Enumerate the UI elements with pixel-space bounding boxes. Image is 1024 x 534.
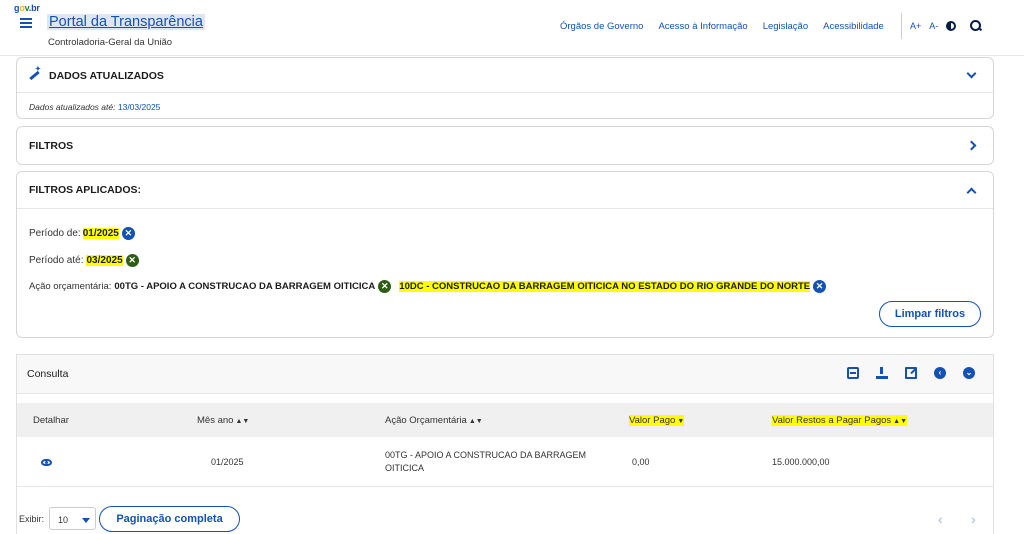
table-header: Detalhar Mês ano ▲▼ Ação Orçamentária ▲▼ V… <box>17 403 993 437</box>
periodo-de-label: Período de: <box>29 228 81 239</box>
magic-wand-icon <box>29 65 41 79</box>
remove-acao-2-icon[interactable]: ✕ <box>813 280 827 293</box>
cell-valor-restos: 15.000.000,00 <box>772 457 830 467</box>
cell-mes-ano: 01/2025 <box>211 457 244 467</box>
accessibility-tools: A+ A- <box>901 13 982 39</box>
eye-icon[interactable] <box>41 459 52 466</box>
contrast-icon[interactable] <box>946 21 957 31</box>
chevron-down-icon[interactable] <box>966 68 977 78</box>
sort-icon: ▲▼ <box>468 418 483 425</box>
site-subtitle: Controladoria-Geral da União <box>48 37 173 48</box>
filter-periodo-de: Período de: 01/2025 ✕ <box>29 227 135 240</box>
nav-orgaos[interactable]: Órgãos de Governo <box>560 21 643 32</box>
dados-atualizados-header[interactable]: DADOS ATUALIZADOS <box>17 58 993 93</box>
page-size-select[interactable]: 10 <box>49 507 96 530</box>
cell-valor-pago: 0,00 <box>632 457 650 467</box>
col-valor-restos-label: Valor Restos a Pagar Pagos <box>772 415 892 426</box>
download-icon[interactable] <box>876 367 888 379</box>
page-size-value: 10 <box>58 515 69 525</box>
site-title-link[interactable]: Portal da Transparência <box>47 14 205 30</box>
nav-acessibilidade[interactable]: Acessibilidade <box>823 21 884 32</box>
periodo-ate-label: Período até: <box>29 255 84 266</box>
edit-columns-icon[interactable] <box>905 367 917 379</box>
caret-down-icon <box>82 518 90 523</box>
govbr-logo[interactable]: gov.br <box>14 3 40 13</box>
cell-acao-line1: 00TG - APOIO A CONSTRUCAO DA BARRAGEM <box>385 450 587 460</box>
col-acao-orcamentaria[interactable]: Ação Orçamentária ▲▼ <box>385 415 483 426</box>
chevron-up-icon[interactable] <box>966 187 977 197</box>
acao-2-value: 10DC - CONSTRUCAO DA BARRAGEM OITICICA N… <box>399 281 811 292</box>
remove-periodo-ate-icon[interactable]: ✕ <box>125 254 139 267</box>
acao-1-value: 00TG - APOIO A CONSTRUCAO DA BARRAGEM OI… <box>114 281 376 292</box>
filtros-aplicados-header[interactable]: FILTROS APLICADOS: <box>17 172 993 209</box>
col-valor-restos[interactable]: Valor Restos a Pagar Pagos ▲▼ <box>772 415 908 426</box>
nav-acesso-informacao[interactable]: Acesso à Informação <box>658 21 747 32</box>
chevron-left-circle-icon[interactable]: ‹ <box>934 367 946 379</box>
filtros-aplicados-title: FILTROS APLICADOS: <box>29 184 141 196</box>
chevron-right-icon[interactable] <box>966 140 977 151</box>
filter-periodo-ate: Período até: 03/2025 ✕ <box>29 254 139 267</box>
table-row: 01/2025 00TG - APOIO A CONSTRUCAO DA BAR… <box>17 437 993 487</box>
menu-icon[interactable] <box>20 18 32 28</box>
consulta-title: Consulta <box>27 368 69 380</box>
filtros-panel: FILTROS <box>16 126 994 165</box>
chevron-down-circle-icon[interactable]: ⌄ <box>963 367 975 379</box>
exibir-label: Exibir: <box>19 514 45 524</box>
dados-atualizados-title: DADOS ATUALIZADOS <box>49 69 164 82</box>
col-acao-label: Ação Orçamentária <box>385 415 467 426</box>
consulta-header: Consulta ‹ ⌄ <box>17 355 993 394</box>
periodo-ate-value: 03/2025 <box>86 255 123 266</box>
remove-periodo-de-icon[interactable]: ✕ <box>121 227 135 240</box>
periodo-de-value: 01/2025 <box>82 228 119 239</box>
top-nav: Órgãos de Governo Acesso à Informação Le… <box>560 21 884 32</box>
font-decrease-button[interactable]: A- <box>929 21 938 31</box>
col-detalhar: Detalhar <box>33 415 69 426</box>
cell-acao-line2: OITICICA <box>385 463 425 473</box>
paginacao-completa-button[interactable]: Paginação completa <box>99 506 240 532</box>
pagination-bar: Exibir: 10 Paginação completa ‹ › <box>0 504 1024 534</box>
consulta-toolbar: ‹ ⌄ <box>847 367 975 379</box>
sort-icon: ▲▼ <box>893 418 908 425</box>
updated-label: Dados atualizados até: <box>29 102 116 112</box>
filtros-title: FILTROS <box>29 139 74 152</box>
col-mes-ano-label: Mês ano <box>197 415 234 426</box>
filter-acao-orcamentaria: Ação orçamentária: 00TG - APOIO A CONSTR… <box>29 280 827 293</box>
filtros-aplicados-panel: FILTROS APLICADOS: Período de: 01/2025 ✕… <box>16 171 994 338</box>
dados-atualizados-panel: DADOS ATUALIZADOS Dados atualizados até:… <box>16 57 994 119</box>
site-header: gov.br Portal da Transparência Controlad… <box>0 0 1024 56</box>
updated-date: 13/03/2025 <box>117 102 161 112</box>
limpar-filtros-button[interactable]: Limpar filtros <box>879 301 981 327</box>
remove-acao-1-icon[interactable]: ✕ <box>378 280 392 293</box>
col-valor-pago-label: Valor Pago <box>629 415 676 426</box>
updated-info: Dados atualizados até: 13/03/2025 <box>17 93 993 112</box>
acao-label: Ação orçamentária: <box>29 281 112 292</box>
sort-desc-icon: ▼ <box>677 418 685 425</box>
sort-icon: ▲▼ <box>235 418 250 425</box>
search-icon[interactable] <box>970 20 982 32</box>
nav-legislacao[interactable]: Legislação <box>763 21 808 32</box>
prev-page-icon[interactable]: ‹ <box>938 511 943 527</box>
filtros-header[interactable]: FILTROS <box>17 127 993 164</box>
next-page-icon[interactable]: › <box>971 511 976 527</box>
print-icon[interactable] <box>847 367 859 379</box>
cell-acao: 00TG - APOIO A CONSTRUCAO DA BARRAGEM OI… <box>385 449 586 475</box>
font-increase-button[interactable]: A+ <box>910 21 921 31</box>
col-mes-ano[interactable]: Mês ano ▲▼ <box>197 415 249 426</box>
col-valor-pago[interactable]: Valor Pago ▼ <box>629 415 685 426</box>
